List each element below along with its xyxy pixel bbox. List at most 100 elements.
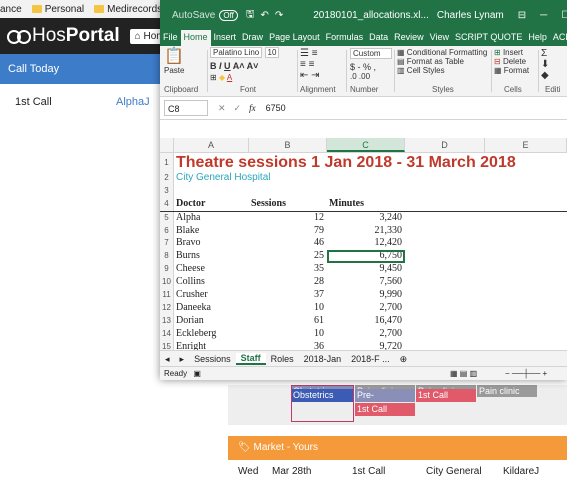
fill-color-icon[interactable]: ◆ — [219, 73, 225, 82]
ribbon-tab[interactable]: View — [427, 30, 452, 46]
borders-icon[interactable]: ⊞ — [210, 73, 217, 82]
redo-icon[interactable]: ↷ — [275, 10, 283, 21]
doctor-cell[interactable]: Crusher — [174, 289, 249, 302]
scroll-right-icon[interactable]: ▸ — [175, 354, 190, 365]
zoom-slider[interactable]: − ──┼── + — [505, 367, 547, 380]
conditional-formatting-button[interactable]: ▦ Conditional Formatting — [397, 48, 489, 57]
font-size-select[interactable]: 10 — [264, 47, 280, 58]
doctor-cell[interactable]: Eckleberg — [174, 328, 249, 341]
column-header[interactable]: E — [485, 138, 567, 152]
autosave-toggle[interactable]: Off — [219, 9, 238, 21]
column-header[interactable]: B — [249, 138, 327, 152]
doctor-cell[interactable]: Cheese — [174, 263, 249, 276]
ribbon-tab[interactable]: Formulas — [323, 30, 367, 46]
sheet-title[interactable]: Theatre sessions 1 Jan 2018 - 31 March 2… — [174, 153, 516, 172]
align-middle-icon[interactable]: ≡ ≡ — [300, 59, 344, 70]
sheet-tab[interactable]: Staff — [235, 353, 266, 365]
font-color-icon[interactable]: A — [227, 73, 232, 82]
clear-icon[interactable]: ◆ — [541, 70, 565, 81]
calendar-cell[interactable]: Pre-admission... — [355, 389, 415, 412]
row-header[interactable]: 3 — [160, 184, 174, 198]
row-header[interactable]: 10 — [160, 276, 174, 290]
minutes-cell[interactable]: 2,700 — [327, 302, 405, 315]
hosportal-logo[interactable]: Hos Portal — [6, 25, 120, 47]
sheet-tab[interactable]: Roles — [266, 354, 299, 364]
sessions-cell[interactable]: 79 — [249, 225, 327, 238]
market-person[interactable]: KildareJ — [503, 466, 539, 477]
sessions-cell[interactable]: 46 — [249, 237, 327, 250]
row-header[interactable]: 7 — [160, 237, 174, 251]
indent-icon[interactable]: ⇤ ⇥ — [300, 70, 344, 81]
enter-icon[interactable]: ✓ — [234, 103, 242, 114]
ribbon-display-icon[interactable]: ⊟ — [518, 10, 526, 21]
minutes-cell[interactable]: 16,470 — [327, 315, 405, 328]
sessions-cell[interactable]: 12 — [249, 212, 327, 225]
row-header[interactable]: 11 — [160, 289, 174, 302]
doctor-cell[interactable]: Alpha — [174, 212, 249, 225]
minimize-icon[interactable]: ─ — [540, 10, 547, 21]
ribbon-tab[interactable]: ACROBAT — [550, 30, 567, 46]
minutes-cell[interactable]: 7,560 — [327, 276, 405, 289]
minutes-cell[interactable]: 21,330 — [327, 225, 405, 238]
paste-button[interactable]: Paste — [164, 66, 204, 75]
row-header[interactable]: 9 — [160, 263, 174, 277]
bold-icon[interactable]: B — [210, 61, 217, 71]
header-minutes[interactable]: Minutes — [327, 198, 405, 211]
format-as-table-button[interactable]: ▤ Format as Table — [397, 57, 489, 66]
font-name-select[interactable]: Palatino Lino — [210, 47, 263, 58]
doctor-cell[interactable]: Blake — [174, 225, 249, 238]
maximize-icon[interactable]: ☐ — [561, 10, 567, 21]
doctor-cell[interactable]: Bravo — [174, 237, 249, 250]
minutes-cell[interactable]: 9,990 — [327, 289, 405, 302]
function-icon[interactable]: fx — [249, 103, 256, 113]
row-header[interactable]: 2 — [160, 172, 174, 185]
number-format-select[interactable]: Custom — [350, 48, 392, 59]
row-header[interactable]: 5 — [160, 211, 174, 225]
select-all[interactable] — [160, 138, 174, 152]
sheet-tab[interactable]: 2018-Jan — [299, 354, 347, 364]
column-header[interactable]: D — [405, 138, 485, 152]
add-sheet-icon[interactable]: ⊕ — [395, 354, 413, 365]
cell-styles-button[interactable]: ▥ Cell Styles — [397, 66, 489, 75]
undo-icon[interactable]: ↶ — [260, 10, 268, 21]
row-header[interactable]: 8 — [160, 250, 174, 264]
header-doctor[interactable]: Doctor — [174, 198, 249, 211]
row-header[interactable]: 4 — [160, 197, 174, 211]
minutes-cell[interactable]: 2,700 — [327, 328, 405, 341]
calendar-cell[interactable]: Pain clinic — [477, 385, 537, 397]
doctor-cell[interactable]: Burns — [174, 250, 249, 263]
sessions-cell[interactable]: 10 — [249, 328, 327, 341]
minutes-cell[interactable]: 12,420 — [327, 237, 405, 250]
row-header[interactable]: 13 — [160, 314, 174, 328]
minutes-cell[interactable]: 3,240 — [327, 212, 405, 225]
format-button[interactable]: ▦ Format — [494, 66, 536, 75]
calendar-cell[interactable]: 1st Call — [355, 403, 415, 416]
selected-cell[interactable]: 6,750 — [327, 250, 405, 264]
hospital-name[interactable]: City General Hospital — [174, 172, 270, 185]
paste-icon[interactable]: 📋 — [164, 48, 204, 66]
ribbon-tab[interactable]: SCRIPT QUOTE — [452, 30, 525, 46]
currency-icon[interactable]: $ - % , — [350, 62, 392, 72]
row-header[interactable]: 12 — [160, 301, 174, 315]
ribbon-tab[interactable]: Help — [525, 30, 550, 46]
ribbon-tab[interactable]: Review — [391, 30, 427, 46]
sessions-cell[interactable]: 37 — [249, 289, 327, 302]
fill-icon[interactable]: ⬇ — [541, 59, 565, 70]
save-icon[interactable]: 🖫 — [246, 7, 255, 24]
worksheet-grid[interactable]: A B C D E 1 Theatre sessions 1 Jan 2018 … — [160, 138, 567, 380]
ribbon-tab[interactable]: Home — [180, 30, 211, 46]
italic-icon[interactable]: I — [219, 61, 222, 71]
sessions-cell[interactable]: 25 — [249, 250, 327, 263]
autosum-icon[interactable]: Σ — [541, 48, 565, 59]
row-header[interactable]: 1 — [160, 153, 174, 172]
insert-button[interactable]: ⊞ Insert — [494, 48, 536, 57]
formula-input[interactable]: 6750 — [266, 103, 286, 113]
doctor-cell[interactable]: Collins — [174, 276, 249, 289]
macro-icon[interactable]: ▣ — [193, 369, 201, 378]
sessions-cell[interactable]: 61 — [249, 315, 327, 328]
sessions-cell[interactable]: 10 — [249, 302, 327, 315]
user-name[interactable]: Charles Lynam — [437, 10, 504, 21]
bookmark-item[interactable]: ance — [0, 4, 22, 15]
cancel-icon[interactable]: ✕ — [218, 103, 226, 114]
sheet-tab[interactable]: Sessions — [189, 354, 236, 364]
